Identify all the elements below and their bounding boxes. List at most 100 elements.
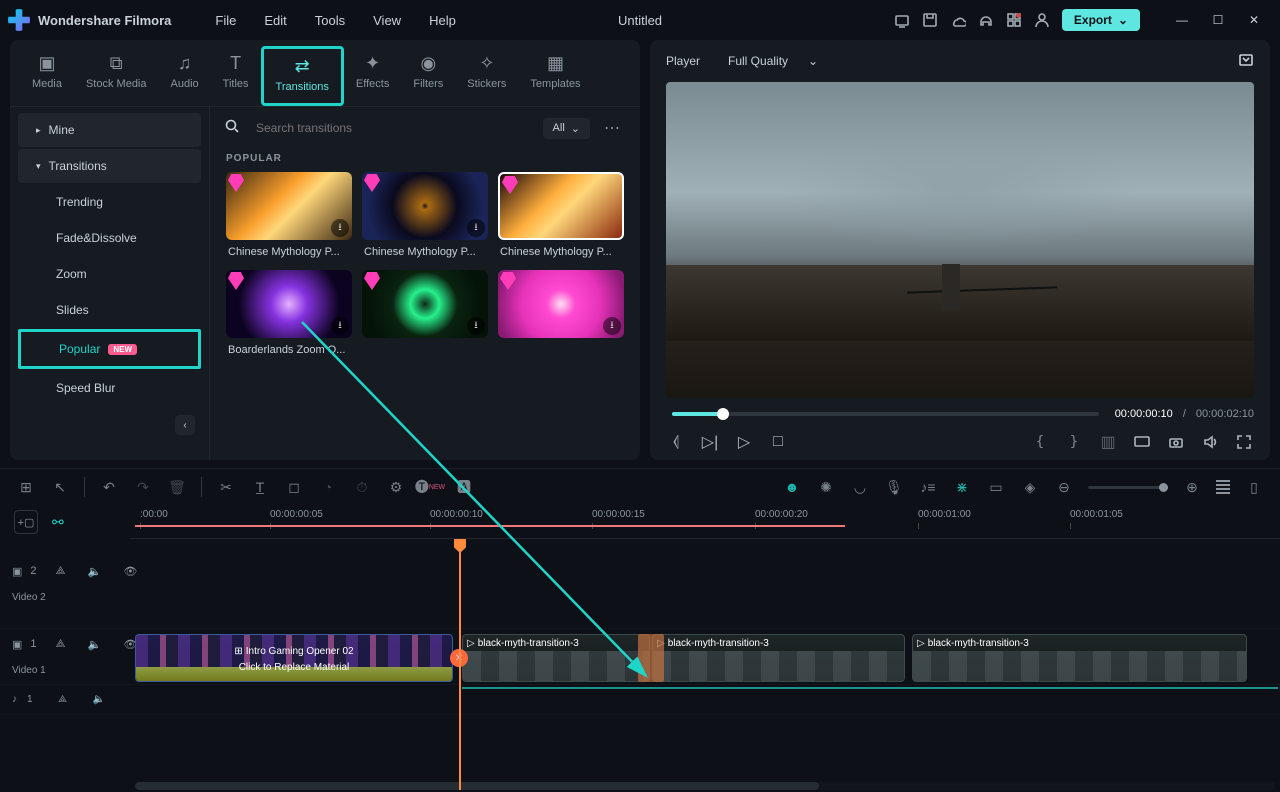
headphones-icon[interactable] [978, 12, 994, 28]
speed-tool-icon[interactable]: ⏱ [352, 477, 372, 497]
mark-in-button[interactable]: { [1030, 432, 1050, 452]
play-button[interactable]: ▷ [734, 432, 754, 452]
clip-3[interactable]: ▷ black-myth-transition-3 [652, 634, 905, 682]
ai-icon[interactable]: ☻ [782, 477, 802, 497]
magnet-icon[interactable]: ⋇ [952, 477, 972, 497]
menu-edit[interactable]: Edit [250, 13, 300, 28]
transition-card[interactable]: ⭳ [498, 270, 624, 358]
transition-card[interactable]: ⭳Boarderlands Zoom O... [226, 270, 352, 358]
transition-card[interactable]: ⭳Chinese Mythology P... [362, 172, 488, 260]
lock-icon[interactable]: ⟁ [56, 565, 66, 578]
sidebar-item-popular[interactable]: PopularNEW [18, 329, 201, 369]
sidebar-item-trending[interactable]: Trending [18, 185, 201, 219]
display-icon[interactable] [1132, 432, 1152, 452]
lock-icon[interactable]: ⟁ [56, 638, 66, 651]
effects-tool-icon[interactable]: ✺ [816, 477, 836, 497]
tab-media[interactable]: ▣Media [20, 46, 74, 106]
transition-card[interactable]: Chinese Mythology P... [498, 172, 624, 260]
tab-stickers[interactable]: ✧Stickers [455, 46, 518, 106]
lock-icon[interactable]: ⟁ [58, 694, 67, 705]
menu-view[interactable]: View [359, 13, 415, 28]
download-icon[interactable]: ⭳ [467, 219, 485, 237]
zoom-out-button[interactable]: ⊖ [1054, 477, 1074, 497]
undo-button[interactable]: ↶ [99, 477, 119, 497]
clip-4[interactable]: ▷ black-myth-transition-3 [912, 634, 1247, 682]
maximize-button[interactable]: ☐ [1200, 0, 1236, 40]
volume-icon[interactable] [1200, 432, 1220, 452]
select-tool-icon[interactable]: ↖ [50, 477, 70, 497]
add-track-button[interactable]: +▢ [14, 510, 38, 534]
collapse-sidebar-button[interactable]: ‹ [175, 415, 195, 435]
menu-tools[interactable]: Tools [301, 13, 359, 28]
download-icon[interactable]: ⭳ [467, 317, 485, 335]
mark-out-button[interactable]: } [1064, 432, 1084, 452]
cloud-icon[interactable] [950, 12, 966, 28]
playhead[interactable] [459, 539, 461, 790]
download-icon[interactable]: ⭳ [603, 317, 621, 335]
tab-effects[interactable]: ✦Effects [344, 46, 401, 106]
marker-icon[interactable]: ◡ [850, 477, 870, 497]
step-back-button[interactable]: ▷| [700, 432, 720, 452]
track-label-video1[interactable]: ▣1 ⟁ 🔈 👁 Video 1 [0, 629, 130, 685]
minimize-button[interactable]: — [1164, 0, 1200, 40]
prev-frame-button[interactable]: ⦉ [666, 432, 686, 452]
transition-card[interactable]: ⭳ [362, 270, 488, 358]
track-label-video2[interactable]: ▣2 ⟁ 🔈 👁 Video 2 [0, 539, 130, 629]
mixer-icon[interactable]: ♪≡ [918, 477, 938, 497]
download-icon[interactable]: ⭳ [331, 219, 349, 237]
track-height-icon[interactable] [1216, 480, 1230, 494]
export-button[interactable]: Export⌄ [1062, 9, 1140, 31]
sidebar-item-slides[interactable]: Slides [18, 293, 201, 327]
zoom-slider[interactable] [1088, 486, 1168, 489]
save-icon[interactable] [922, 12, 938, 28]
account-icon[interactable] [1034, 12, 1050, 28]
menu-file[interactable]: File [201, 13, 250, 28]
mask-tool-icon[interactable]: ◔ [318, 477, 338, 497]
close-button[interactable]: ✕ [1236, 0, 1272, 40]
clip-intro[interactable]: ⊞ Intro Gaming Opener 02Click to Replace… [135, 634, 453, 682]
text-tool-icon[interactable]: T̲ [250, 477, 270, 497]
transition-region[interactable] [638, 634, 664, 682]
quality-dropdown[interactable]: Full Quality⌄ [718, 50, 828, 72]
track-label-audio1[interactable]: ♪1 ⟁ 🔈 [0, 685, 130, 715]
keyframe-icon[interactable]: ◈ [1020, 477, 1040, 497]
tab-stock-media[interactable]: ⧉Stock Media [74, 46, 159, 106]
timeline-ruler[interactable]: :00:00 00:00:00:05 00:00:00:10 00:00:00:… [130, 505, 1280, 539]
cut-tool-icon[interactable]: ✂ [216, 477, 236, 497]
tab-titles[interactable]: TTitles [211, 46, 261, 106]
sidebar-item-zoom[interactable]: Zoom [18, 257, 201, 291]
sidebar-item-speedblur[interactable]: Speed Blur [18, 371, 201, 405]
tab-transitions[interactable]: ⇄Transitions [261, 46, 344, 106]
device-icon[interactable] [894, 12, 910, 28]
stop-button[interactable]: □ [768, 432, 788, 452]
snapshot-icon[interactable] [1238, 52, 1254, 71]
mute-icon[interactable]: 🔈 [88, 565, 102, 578]
sidebar-transitions[interactable]: Transitions [18, 149, 201, 183]
voiceover-icon[interactable]: 🎙 [884, 477, 904, 497]
sidebar-mine[interactable]: Mine [18, 113, 201, 147]
tab-templates[interactable]: ▦Templates [518, 46, 592, 106]
menu-help[interactable]: Help [415, 13, 470, 28]
sidebar-item-fade[interactable]: Fade&Dissolve [18, 221, 201, 255]
more-button[interactable]: ⋯ [600, 118, 626, 138]
player-viewport[interactable] [666, 82, 1254, 398]
delete-button[interactable]: 🗑 [167, 477, 187, 497]
clip-2[interactable]: ▷ black-myth-transition-3 [462, 634, 650, 682]
camera-icon[interactable] [1166, 432, 1186, 452]
download-icon[interactable]: ⭳ [331, 317, 349, 335]
meter-icon[interactable]: ▯ [1244, 477, 1264, 497]
filter-dropdown[interactable]: All⌄ [543, 118, 590, 139]
tab-filters[interactable]: ◉Filters [401, 46, 455, 106]
timeline-scrollbar[interactable] [135, 782, 1275, 790]
crop-tool-icon[interactable]: ◻ [284, 477, 304, 497]
zoom-in-button[interactable]: ⊕ [1182, 477, 1202, 497]
translate-tool-icon[interactable]: 🅰 [454, 477, 474, 497]
mute-icon[interactable]: 🔈 [93, 694, 105, 705]
mute-icon[interactable]: 🔈 [88, 638, 102, 651]
adjust-tool-icon[interactable]: ⚙ [386, 477, 406, 497]
apps-icon[interactable] [1006, 12, 1022, 28]
tab-audio[interactable]: ♫Audio [159, 46, 211, 106]
link-icon[interactable]: ⚯ [52, 514, 64, 531]
layout-icon[interactable]: ⊞ [16, 477, 36, 497]
redo-button[interactable]: ↷ [133, 477, 153, 497]
